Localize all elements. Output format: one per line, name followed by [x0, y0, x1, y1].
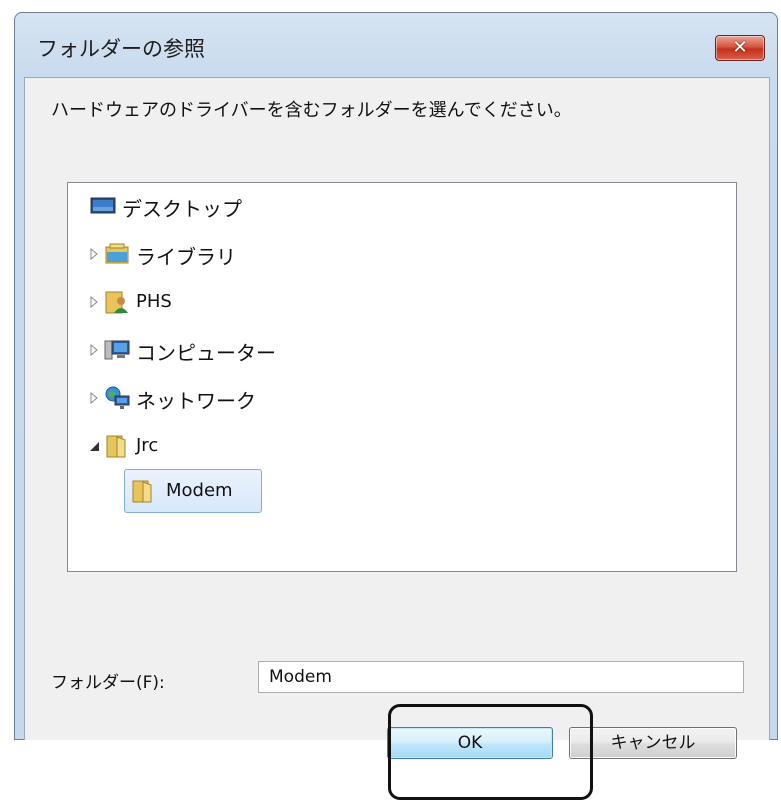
resize-grip-icon[interactable] — [777, 784, 781, 800]
tree-item-desktop[interactable]: デスクトップ — [68, 189, 468, 223]
folder-field-label: フォルダー(F): — [51, 673, 165, 693]
tree-item-label: Modem — [166, 480, 233, 501]
close-button[interactable]: ✕ — [715, 35, 765, 61]
dialog-title: フォルダーの参照 — [37, 37, 205, 61]
user-folder-icon — [105, 291, 128, 314]
expand-arrow-icon[interactable] — [88, 344, 100, 356]
expand-arrow-icon[interactable] — [88, 392, 100, 404]
title-bar[interactable]: フォルダーの参照 ✕ — [15, 13, 777, 75]
tree-item-network[interactable]: ネットワーク — [68, 381, 468, 415]
tree-item-computer[interactable]: コンピューター — [68, 333, 468, 367]
cancel-button[interactable]: キャンセル — [569, 727, 737, 759]
close-icon: ✕ — [732, 37, 748, 58]
computer-icon — [104, 340, 130, 360]
tree-item-label: デスクトップ — [122, 197, 242, 221]
tree-item-phs[interactable]: PHS — [68, 285, 468, 319]
tree-item-label: PHS — [136, 291, 172, 312]
expand-arrow-icon[interactable] — [88, 296, 100, 308]
folder-name-input[interactable] — [258, 661, 744, 693]
annotation-highlight-frame — [388, 704, 593, 800]
tree-item-modem[interactable]: Modem — [124, 474, 262, 508]
desktop-icon — [90, 197, 116, 214]
tree-item-label: ライブラリ — [136, 245, 236, 269]
folder-browse-dialog: フォルダーの参照 ✕ ハードウェアのドライバーを含むフォルダーを選んでください。… — [14, 12, 778, 800]
tree-item-label: ネットワーク — [136, 389, 256, 413]
folder-tree[interactable]: デスクトップ ライブラリ PHS コンピューター ネットワーク Jrc Mode… — [67, 182, 737, 572]
tree-item-label: Jrc — [136, 435, 159, 456]
tree-item-jrc[interactable]: Jrc — [68, 429, 468, 463]
instruction-text: ハードウェアのドライバーを含むフォルダーを選んでください。 — [51, 100, 572, 121]
folder-icon — [106, 435, 126, 458]
library-icon — [105, 243, 129, 264]
folder-icon — [132, 480, 152, 503]
network-icon — [105, 386, 130, 409]
collapse-arrow-icon[interactable] — [88, 440, 100, 452]
expand-arrow-icon[interactable] — [88, 248, 100, 260]
dialog-body: ハードウェアのドライバーを含むフォルダーを選んでください。 デスクトップ ライブ… — [24, 77, 770, 800]
tree-item-label: コンピューター — [136, 341, 276, 365]
tree-item-library[interactable]: ライブラリ — [68, 237, 468, 271]
